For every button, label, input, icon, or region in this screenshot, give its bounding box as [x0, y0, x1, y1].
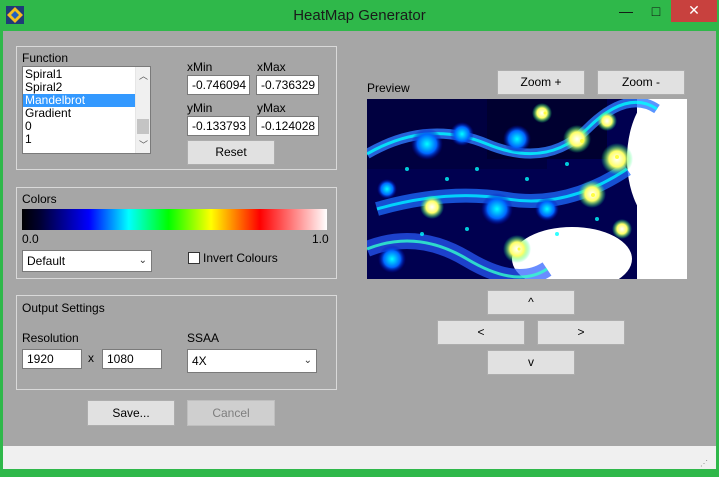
palette-dropdown[interactable]: Default ⌄	[22, 250, 152, 272]
function-group-label: Function	[22, 51, 69, 65]
status-bar	[3, 446, 716, 469]
ssaa-dropdown[interactable]: 4X ⌄	[187, 349, 317, 373]
reset-button[interactable]: Reset	[187, 140, 275, 165]
resize-grip-icon[interactable]: ⋰	[700, 459, 712, 468]
color-gradient-bar	[22, 209, 327, 230]
invert-colours-checkbox[interactable]	[188, 252, 200, 264]
pan-down-button[interactable]: v	[487, 350, 575, 375]
pan-left-button[interactable]: <	[437, 320, 525, 345]
xmin-label: xMin	[187, 60, 213, 74]
xmin-field[interactable]: -0.746094	[187, 75, 250, 95]
scrollbar-thumb[interactable]	[137, 119, 149, 134]
invert-colours-label: Invert Colours	[203, 251, 278, 265]
zoom-out-button[interactable]: Zoom -	[597, 70, 685, 95]
ssaa-value: 4X	[192, 354, 207, 368]
list-item[interactable]: 0	[23, 120, 135, 133]
cancel-button[interactable]: Cancel	[187, 400, 275, 426]
colors-group-label: Colors	[22, 192, 57, 206]
ssaa-label: SSAA	[187, 331, 220, 345]
minimize-button[interactable]: —	[612, 0, 640, 22]
pan-right-button[interactable]: >	[537, 320, 625, 345]
function-list-scrollbar[interactable]: ︿ ﹀	[135, 67, 150, 153]
chevron-down-icon: ⌄	[138, 255, 147, 266]
resolution-height-field[interactable]: 1080	[102, 349, 162, 369]
output-settings-label: Output Settings	[22, 301, 105, 315]
pan-up-button[interactable]: ^	[487, 290, 575, 315]
ymax-field[interactable]: -0.124028	[256, 116, 319, 136]
chevron-down-icon: ⌄	[303, 355, 312, 366]
palette-value: Default	[27, 254, 66, 268]
close-button[interactable]: ✕	[671, 0, 717, 22]
save-button[interactable]: Save...	[87, 400, 175, 426]
resolution-label: Resolution	[22, 331, 79, 345]
scale-max-label: 1.0	[312, 232, 329, 246]
list-item[interactable]: 1	[23, 133, 135, 146]
zoom-in-button[interactable]: Zoom +	[497, 70, 585, 95]
xmax-field[interactable]: -0.736329	[256, 75, 319, 95]
resolution-width-field[interactable]: 1920	[22, 349, 82, 369]
function-listbox[interactable]: Spiral1 Spiral2 Mandelbrot Gradient 0 1 ︿ ﹀	[22, 66, 151, 154]
ymax-label: yMax	[257, 101, 286, 115]
ymin-field[interactable]: -0.133793	[187, 116, 250, 136]
list-item[interactable]: Gradient	[23, 107, 135, 120]
scroll-up-icon[interactable]: ︿	[139, 69, 148, 82]
fractal-preview-image[interactable]	[367, 99, 687, 279]
preview-label: Preview	[367, 81, 410, 95]
maximize-button[interactable]: □	[642, 0, 670, 22]
xmax-label: xMax	[257, 60, 286, 74]
ymin-label: yMin	[187, 101, 213, 115]
scroll-down-icon[interactable]: ﹀	[139, 138, 148, 151]
scale-min-label: 0.0	[22, 232, 39, 246]
times-label: x	[88, 351, 94, 365]
